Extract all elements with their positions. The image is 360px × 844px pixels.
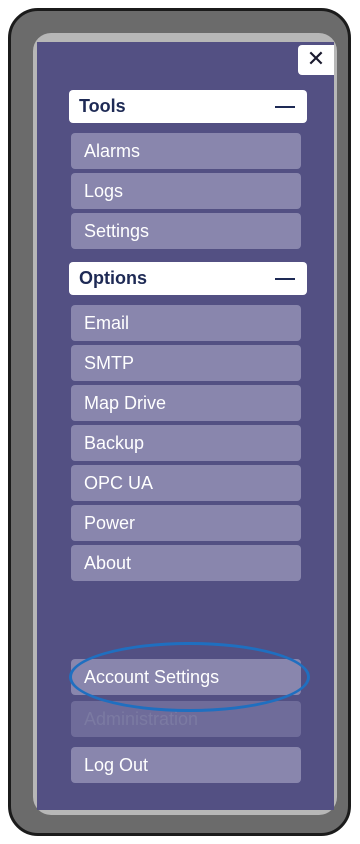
highlight-ring-annotation [69, 642, 310, 712]
menu-item-power[interactable]: Power [71, 505, 301, 541]
menu-item-map-drive[interactable]: Map Drive [71, 385, 301, 421]
menu-item-logs[interactable]: Logs [71, 173, 301, 209]
options-section-header[interactable]: Options [69, 262, 307, 295]
menu-item-backup[interactable]: Backup [71, 425, 301, 461]
menu-item-log-out[interactable]: Log Out [71, 747, 301, 783]
tools-section-title: Tools [79, 96, 126, 116]
close-icon: ✕ [306, 47, 326, 72]
menu-item-smtp[interactable]: SMTP [71, 345, 301, 381]
options-section-title: Options [79, 268, 147, 288]
menu-item-settings[interactable]: Settings [71, 213, 301, 249]
collapse-minus-icon[interactable] [275, 105, 295, 108]
menu-item-opc-ua[interactable]: OPC UA [71, 465, 301, 501]
tools-section-header[interactable]: Tools [69, 90, 307, 123]
close-button[interactable]: ✕ [298, 45, 334, 75]
menu-item-about[interactable]: About [71, 545, 301, 581]
collapse-minus-icon[interactable] [275, 277, 295, 280]
menu-item-email[interactable]: Email [71, 305, 301, 341]
menu-item-alarms[interactable]: Alarms [71, 133, 301, 169]
